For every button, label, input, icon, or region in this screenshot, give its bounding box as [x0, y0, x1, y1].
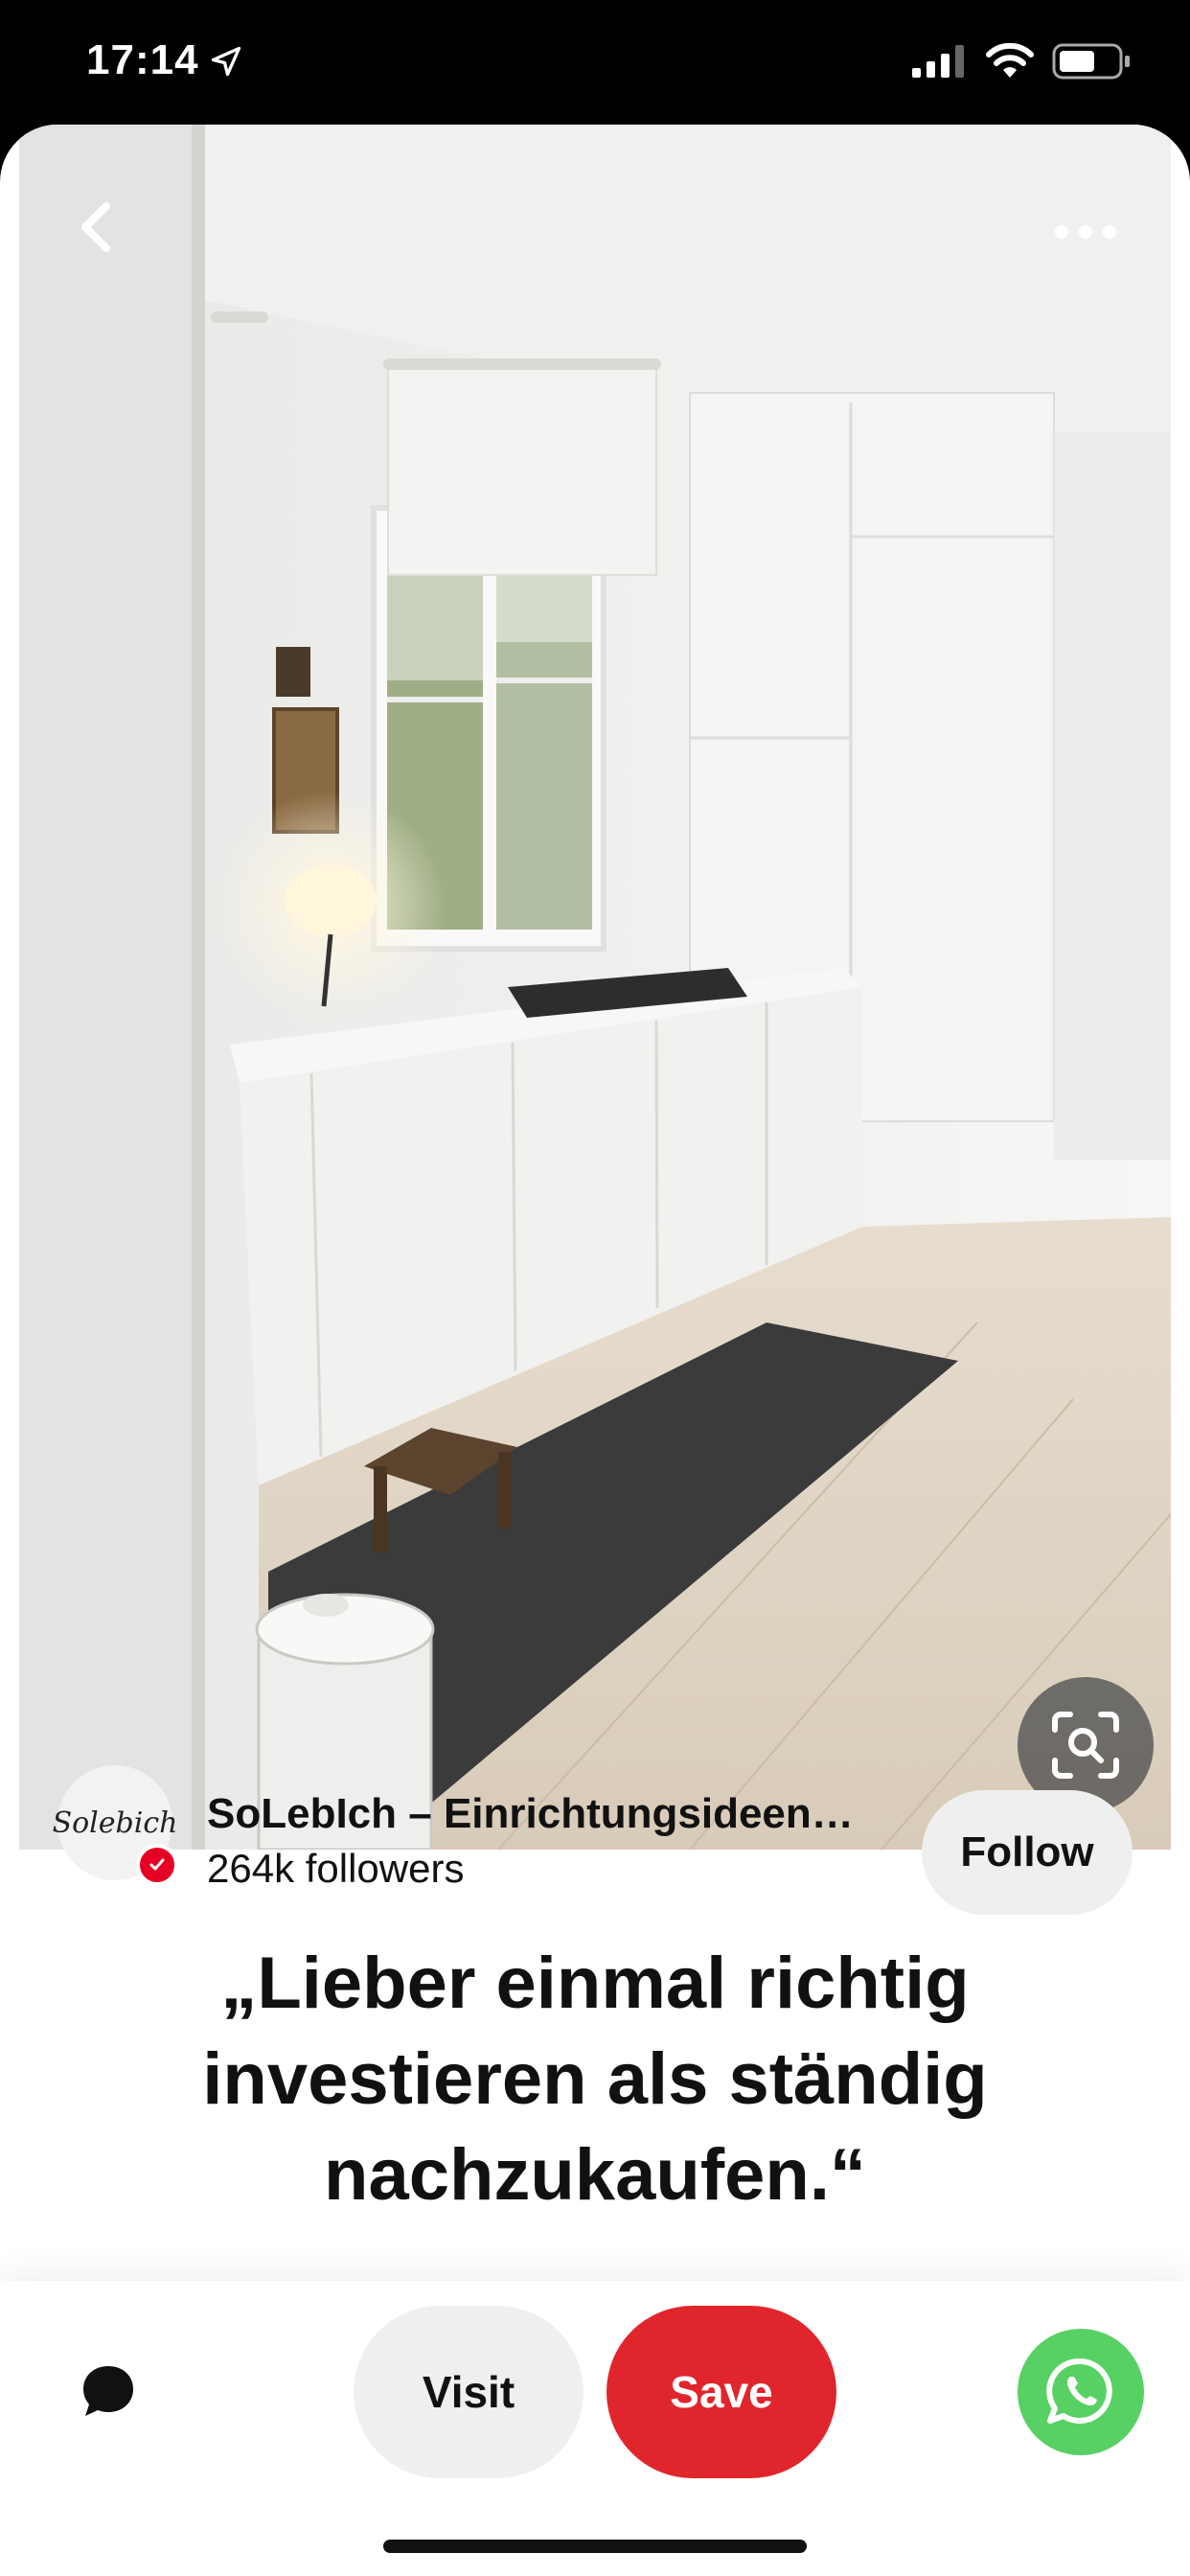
wifi-icon [986, 43, 1034, 78]
pin-title-text: „Lieber einmal richtig investieren als s… [202, 1943, 988, 2120]
comment-icon [83, 2366, 133, 2416]
whatsapp-icon [1046, 2358, 1112, 2424]
status-bar: 17:14 [0, 0, 1190, 129]
whatsapp-share-button[interactable] [1018, 2329, 1144, 2455]
home-indicator[interactable] [383, 2540, 807, 2553]
creator-name[interactable]: SoLebIch – Einrichtungsideen… [207, 1790, 897, 1838]
save-button[interactable]: Save [606, 2306, 836, 2478]
pin-title-cut-line: nachzukaufen.“ [324, 2134, 866, 2216]
follow-button[interactable]: Follow [922, 1790, 1133, 1915]
signal-icon [912, 45, 964, 78]
creator-info: Solebich SoLebIch – Einrichtungsideen… 2… [0, 1761, 1190, 1915]
back-icon [81, 202, 110, 252]
pin-image[interactable] [19, 125, 1171, 1850]
comment-button[interactable] [75, 2358, 142, 2425]
verified-icon [149, 1858, 165, 1871]
battery-icon [1052, 43, 1130, 80]
pin-title: „Lieber einmal richtig investieren als s… [57, 1936, 1133, 2223]
location-arrow-icon [211, 46, 241, 77]
status-time: 17:14 [86, 36, 199, 83]
creator-followers: 264k followers [207, 1846, 465, 1891]
more-icon [1055, 225, 1116, 239]
visit-button[interactable]: Visit [354, 2306, 584, 2478]
kitchen-photo [19, 125, 1171, 1850]
back-button[interactable] [61, 194, 128, 261]
action-bar: Visit Save [0, 2281, 1190, 2576]
avatar-logo-text: Solebich [52, 1806, 178, 1840]
status-indicators [912, 42, 1133, 80]
verified-badge [136, 1844, 178, 1886]
more-options-button[interactable] [1042, 203, 1129, 261]
